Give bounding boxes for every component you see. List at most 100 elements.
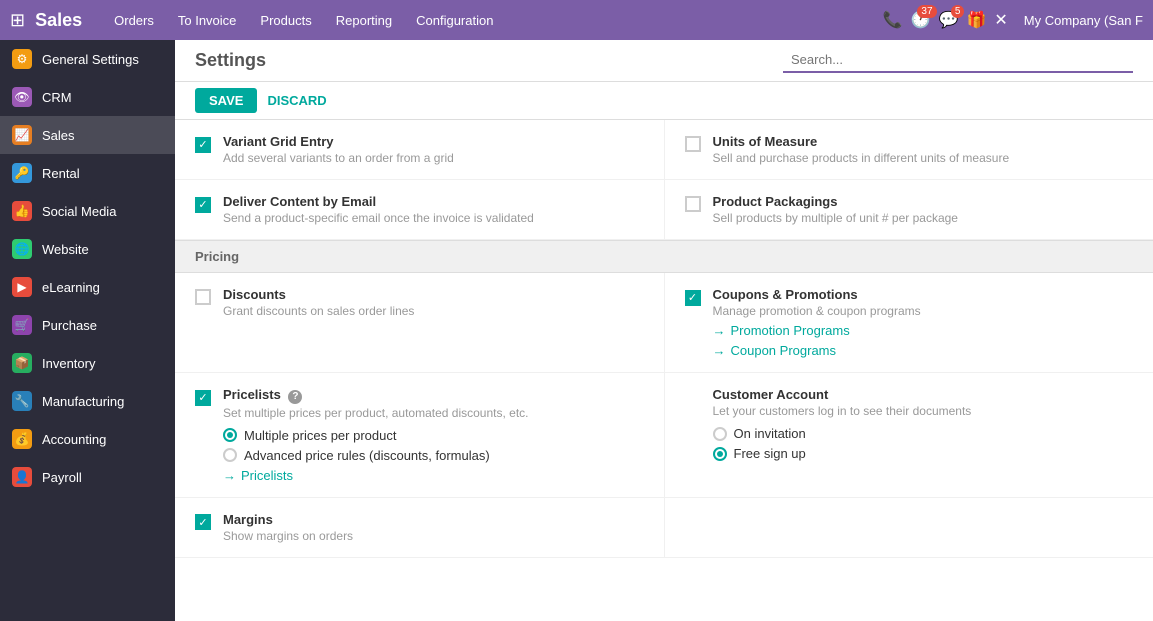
radio-circle-invitation bbox=[713, 427, 727, 441]
purchase-icon: 🛒 bbox=[12, 315, 32, 335]
checkbox-margins[interactable]: ✓ bbox=[195, 514, 211, 530]
radio-circle-multiple bbox=[223, 428, 237, 442]
feature-col-pricelists: ✓ Pricelists ? Set multiple prices per p… bbox=[175, 373, 664, 497]
sidebar-item-payroll[interactable]: 👤 Payroll bbox=[0, 458, 175, 496]
feature-col-margins: ✓ Margins Show margins on orders bbox=[175, 498, 664, 557]
pricelists-link[interactable]: → Pricelists bbox=[223, 468, 529, 483]
sidebar-item-elearning[interactable]: ▶ eLearning bbox=[0, 268, 175, 306]
sidebar-item-sales[interactable]: 📈 Sales bbox=[0, 116, 175, 154]
sidebar: ⚙ General Settings 👁 CRM 📈 Sales 🔑 Renta… bbox=[0, 40, 175, 621]
nav-products[interactable]: Products bbox=[248, 0, 323, 40]
manufacturing-icon: 🔧 bbox=[12, 391, 32, 411]
feature-desc-coupons: Manage promotion & coupon programs bbox=[713, 304, 921, 318]
feature-title-margins: Margins bbox=[223, 512, 353, 527]
phone-icon[interactable]: 📞 bbox=[883, 10, 903, 30]
radio-on-invitation[interactable]: On invitation bbox=[713, 426, 972, 441]
gift-icon[interactable]: 🎁 bbox=[966, 10, 986, 30]
feature-title-variant-grid: Variant Grid Entry bbox=[223, 134, 454, 149]
sidebar-label-sales: Sales bbox=[42, 128, 75, 143]
checkbox-discounts[interactable] bbox=[195, 289, 211, 305]
sidebar-label-rental: Rental bbox=[42, 166, 80, 181]
discard-button[interactable]: DISCARD bbox=[267, 88, 326, 113]
sidebar-item-social-media[interactable]: 👍 Social Media bbox=[0, 192, 175, 230]
sidebar-item-manufacturing[interactable]: 🔧 Manufacturing bbox=[0, 382, 175, 420]
nav-configuration[interactable]: Configuration bbox=[404, 0, 505, 40]
feature-title-pricelists: Pricelists ? bbox=[223, 387, 529, 404]
radio-multiple-prices[interactable]: Multiple prices per product bbox=[223, 428, 529, 443]
sidebar-item-rental[interactable]: 🔑 Rental bbox=[0, 154, 175, 192]
checkbox-packagings[interactable] bbox=[685, 196, 701, 212]
sidebar-label-payroll: Payroll bbox=[42, 470, 82, 485]
sidebar-item-crm[interactable]: 👁 CRM bbox=[0, 78, 175, 116]
crm-icon: 👁 bbox=[12, 87, 32, 107]
feature-col-variant-grid: ✓ Variant Grid Entry Add several variant… bbox=[175, 120, 664, 179]
coupon-programs-link[interactable]: → Coupon Programs bbox=[713, 343, 921, 358]
top-nav: ⊞ Sales Orders To Invoice Products Repor… bbox=[0, 0, 1153, 40]
settings-header: Settings bbox=[175, 40, 1153, 82]
pricing-divider: Pricing bbox=[175, 240, 1153, 273]
sidebar-item-purchase[interactable]: 🛒 Purchase bbox=[0, 306, 175, 344]
radio-circle-free bbox=[713, 447, 727, 461]
feature-row-deliver: ✓ Deliver Content by Email Send a produc… bbox=[175, 180, 1153, 240]
feature-row-pricelists: ✓ Pricelists ? Set multiple prices per p… bbox=[175, 373, 1153, 498]
inventory-icon: 📦 bbox=[12, 353, 32, 373]
top-nav-right: 📞 🕐37 💬5 🎁 ✕ My Company (San F bbox=[883, 10, 1143, 30]
sidebar-label-inventory: Inventory bbox=[42, 356, 95, 371]
checkbox-deliver[interactable]: ✓ bbox=[195, 197, 211, 213]
clock-badge: 37 bbox=[917, 5, 936, 18]
payroll-icon: 👤 bbox=[12, 467, 32, 487]
chat-icon[interactable]: 💬5 bbox=[939, 10, 959, 30]
radio-free-signup[interactable]: Free sign up bbox=[713, 446, 972, 461]
rental-icon: 🔑 bbox=[12, 163, 32, 183]
sidebar-label-crm: CRM bbox=[42, 90, 72, 105]
nav-reporting[interactable]: Reporting bbox=[324, 0, 404, 40]
checkbox-pricelists[interactable]: ✓ bbox=[195, 390, 211, 406]
sidebar-label-accounting: Accounting bbox=[42, 432, 106, 447]
feature-title-customer-account: Customer Account bbox=[713, 387, 972, 402]
btn-row: SAVE DISCARD bbox=[175, 82, 1153, 120]
feature-desc-variant-grid: Add several variants to an order from a … bbox=[223, 151, 454, 165]
feature-col-coupons: ✓ Coupons & Promotions Manage promotion … bbox=[664, 273, 1153, 372]
feature-desc-packagings: Sell products by multiple of unit # per … bbox=[713, 211, 958, 225]
social-icon: 👍 bbox=[12, 201, 32, 221]
feature-col-customer-account: Customer Account Let your customers log … bbox=[664, 373, 1153, 497]
close-icon[interactable]: ✕ bbox=[994, 10, 1007, 30]
feature-row-variants: ✓ Variant Grid Entry Add several variant… bbox=[175, 120, 1153, 180]
content-area: Settings SAVE DISCARD ✓ Variant Grid Ent… bbox=[175, 40, 1153, 621]
customer-account-radio-group: On invitation Free sign up bbox=[713, 426, 972, 461]
settings-content: ✓ Variant Grid Entry Add several variant… bbox=[175, 120, 1153, 621]
grid-icon[interactable]: ⊞ bbox=[10, 10, 25, 31]
promotion-programs-link[interactable]: → Promotion Programs bbox=[713, 323, 921, 338]
feature-row-pricing: Discounts Grant discounts on sales order… bbox=[175, 273, 1153, 373]
checkbox-variant-grid[interactable]: ✓ bbox=[195, 137, 211, 153]
radio-advanced-price[interactable]: Advanced price rules (discounts, formula… bbox=[223, 448, 529, 463]
feature-title-discounts: Discounts bbox=[223, 287, 414, 302]
feature-desc-uom: Sell and purchase products in different … bbox=[713, 151, 1010, 165]
feature-desc-deliver: Send a product-specific email once the i… bbox=[223, 211, 534, 225]
feature-col-discounts: Discounts Grant discounts on sales order… bbox=[175, 273, 664, 372]
feature-row-margins: ✓ Margins Show margins on orders bbox=[175, 498, 1153, 558]
feature-desc-customer-account: Let your customers log in to see their d… bbox=[713, 404, 972, 418]
sales-icon: 📈 bbox=[12, 125, 32, 145]
checkbox-uom[interactable] bbox=[685, 136, 701, 152]
feature-title-coupons: Coupons & Promotions bbox=[713, 287, 921, 302]
feature-desc-margins: Show margins on orders bbox=[223, 529, 353, 543]
settings-title: Settings bbox=[195, 50, 266, 71]
feature-title-uom: Units of Measure bbox=[713, 134, 1010, 149]
sidebar-item-inventory[interactable]: 📦 Inventory bbox=[0, 344, 175, 382]
sidebar-item-accounting[interactable]: 💰 Accounting bbox=[0, 420, 175, 458]
app-title: Sales bbox=[35, 10, 82, 31]
clock-icon[interactable]: 🕐37 bbox=[911, 10, 931, 30]
feature-col-uom: Units of Measure Sell and purchase produ… bbox=[664, 120, 1153, 179]
sidebar-item-website[interactable]: 🌐 Website bbox=[0, 230, 175, 268]
pricelists-help-icon[interactable]: ? bbox=[288, 390, 302, 404]
checkbox-coupons[interactable]: ✓ bbox=[685, 290, 701, 306]
nav-orders[interactable]: Orders bbox=[102, 0, 166, 40]
feature-col-packagings: Product Packagings Sell products by mult… bbox=[664, 180, 1153, 239]
save-button[interactable]: SAVE bbox=[195, 88, 257, 113]
sidebar-item-general-settings[interactable]: ⚙ General Settings bbox=[0, 40, 175, 78]
feature-title-deliver: Deliver Content by Email bbox=[223, 194, 534, 209]
nav-to-invoice[interactable]: To Invoice bbox=[166, 0, 249, 40]
search-input[interactable] bbox=[783, 48, 1133, 73]
elearning-icon: ▶ bbox=[12, 277, 32, 297]
